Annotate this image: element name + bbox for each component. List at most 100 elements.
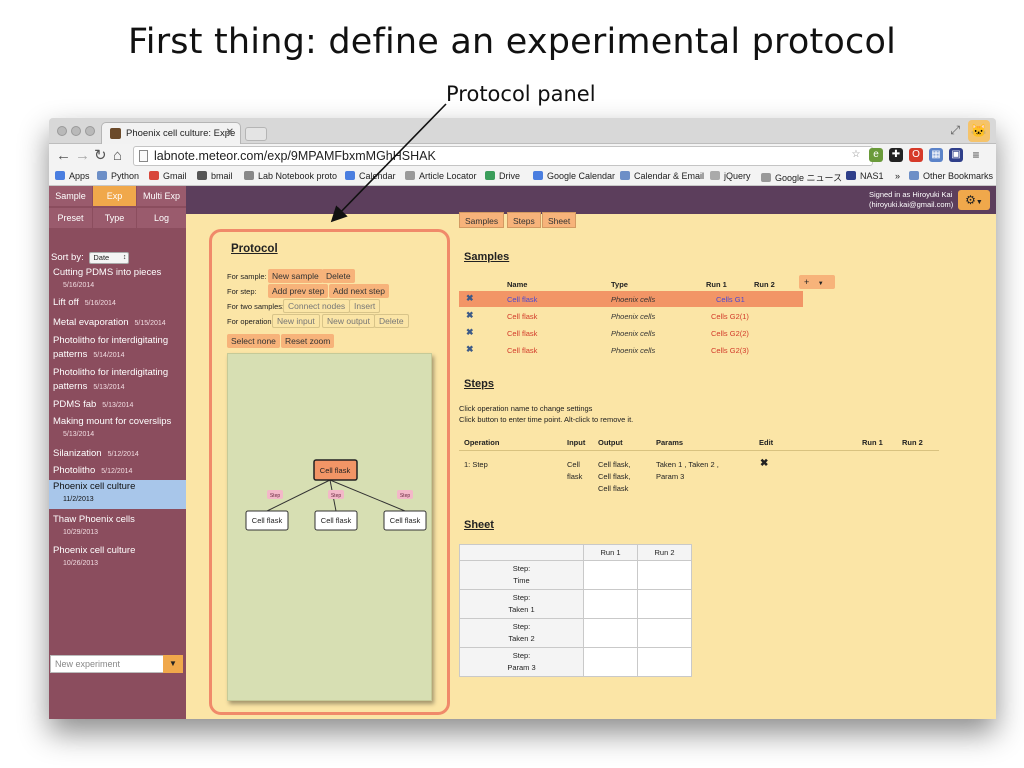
tab-exp[interactable]: Exp: [93, 186, 136, 206]
home-icon[interactable]: ⌂: [113, 147, 122, 165]
extension-evernote-icon[interactable]: e: [869, 148, 883, 162]
list-item[interactable]: Phoenix cell culture 10/26/2013: [49, 544, 186, 570]
edit-remove-icon[interactable]: ✖: [760, 458, 768, 470]
add-sample-button[interactable]: + ▼: [799, 275, 835, 289]
new-input-button[interactable]: New input: [272, 314, 320, 328]
fullscreen-icon[interactable]: ⤢: [950, 123, 960, 138]
list-item[interactable]: PDMS fab 5/13/2014: [49, 398, 186, 413]
sheet-cell[interactable]: [583, 647, 638, 677]
bookmark-apps[interactable]: Apps: [55, 171, 90, 181]
table-row[interactable]: ✖ Cell flask Phoenix cells Cells G1: [459, 291, 803, 307]
bookmark-google-news[interactable]: Google ニュース: [761, 171, 842, 184]
protocol-graph-canvas[interactable]: Step Step Step Cell flask Cell flask Cel…: [227, 353, 432, 701]
connect-nodes-button[interactable]: Connect nodes: [283, 299, 351, 313]
tab-type[interactable]: Type: [93, 208, 136, 228]
list-item[interactable]: Making mount for coverslips 5/13/2014: [49, 415, 186, 441]
sheet-cell[interactable]: [637, 618, 692, 648]
calendar-icon: [533, 171, 543, 180]
remove-icon[interactable]: ✖: [466, 310, 474, 321]
reload-icon[interactable]: ↻: [94, 147, 107, 165]
close-window-icon[interactable]: [57, 126, 67, 136]
page-icon: [405, 171, 415, 180]
bookmark-gmail[interactable]: Gmail: [149, 171, 187, 181]
tab-multi-exp[interactable]: Multi Exp: [137, 186, 186, 206]
sheet-row-label: Step: Param 3: [459, 647, 584, 677]
remove-icon[interactable]: ✖: [466, 344, 474, 355]
bookmark-nas1[interactable]: NAS1: [846, 171, 884, 181]
remove-icon[interactable]: ✖: [466, 327, 474, 338]
tab-log[interactable]: Log: [137, 208, 186, 228]
sheet-cell[interactable]: [637, 560, 692, 590]
list-item[interactable]: Metal evaporation 5/15/2014: [49, 316, 186, 331]
settings-gear-button[interactable]: ⚙▼: [958, 190, 990, 210]
new-sample-button[interactable]: New sample: [268, 269, 323, 283]
bookmark-calendar-email[interactable]: Calendar & Email: [620, 171, 704, 181]
step-operation-link[interactable]: 1: Step: [464, 459, 488, 471]
tab-sample[interactable]: Sample: [49, 186, 92, 206]
bookmark-calendar[interactable]: Calendar: [345, 171, 396, 181]
remove-icon[interactable]: ✖: [466, 293, 474, 304]
list-item[interactable]: Photolitho for interdigitating patterns 5…: [49, 366, 186, 395]
tab-preset[interactable]: Preset: [49, 208, 92, 228]
select-none-button[interactable]: Select none: [227, 334, 280, 348]
delete-sample-button[interactable]: Delete: [322, 269, 355, 283]
close-tab-icon[interactable]: ✕: [226, 127, 234, 138]
list-item[interactable]: Photolitho for interdigitating patterns 5…: [49, 334, 186, 363]
new-output-button[interactable]: New output: [322, 314, 375, 328]
bookmark-star-icon[interactable]: ☆: [849, 148, 863, 162]
sheet-cell[interactable]: [583, 560, 638, 590]
table-row[interactable]: ✖ Cell flask Phoenix cells Cells G2(3): [459, 342, 803, 358]
menu-icon[interactable]: ≡: [969, 148, 983, 162]
address-bar[interactable]: labnote.meteor.com/exp/9MPAMFbxmMGhHSHAK: [133, 146, 873, 166]
sheet-cell[interactable]: [637, 589, 692, 619]
edge-step-text: Step: [400, 493, 411, 499]
tab-samples[interactable]: Samples: [459, 212, 505, 228]
zoom-window-icon[interactable]: [85, 126, 95, 136]
bookmark-lab-notebook[interactable]: Lab Notebook proto: [244, 171, 337, 181]
new-tab-button[interactable]: [245, 127, 267, 141]
list-item-selected[interactable]: Phoenix cell culture 11/2/2013: [49, 480, 186, 509]
tab-sheet[interactable]: Sheet: [542, 212, 577, 228]
bookmark-other[interactable]: Other Bookmarks: [909, 171, 993, 181]
protocol-graph[interactable]: Step Step Step Cell flask Cell flask Cel…: [228, 354, 433, 702]
bookmark-bmail[interactable]: bmail: [197, 171, 233, 181]
table-row[interactable]: ✖ Cell flask Phoenix cells Cells G2(2): [459, 325, 803, 341]
delete-operation-button[interactable]: Delete: [374, 314, 409, 328]
table-row: Step: Taken 2: [459, 618, 692, 648]
bookmark-python[interactable]: Python: [97, 171, 139, 181]
extension-opera-icon[interactable]: O: [909, 148, 923, 162]
add-next-step-button[interactable]: Add next step: [329, 284, 389, 298]
list-item[interactable]: Thaw Phoenix cells 10/29/2013: [49, 513, 186, 539]
forward-icon[interactable]: →: [75, 147, 90, 165]
insert-button[interactable]: Insert: [349, 299, 381, 313]
browser-window: Phoenix cell culture: Expe ✕ ⤢ 🐱 ← → ↻ ⌂…: [49, 118, 996, 719]
extension-feed-icon[interactable]: ▣: [949, 148, 963, 162]
sort-select[interactable]: Date: [89, 252, 130, 264]
list-item[interactable]: Photolitho 5/12/2014: [49, 464, 186, 479]
sheet-cell[interactable]: [583, 589, 638, 619]
bookmarks-overflow[interactable]: »: [895, 171, 900, 181]
list-item[interactable]: Lift off 5/16/2014: [49, 296, 186, 311]
minimize-window-icon[interactable]: [71, 126, 81, 136]
extension-puzzle-icon[interactable]: ✚: [889, 148, 903, 162]
chevron-down-icon[interactable]: ▼: [163, 655, 183, 673]
bookmark-article-locator[interactable]: Article Locator: [405, 171, 477, 181]
browser-tab[interactable]: Phoenix cell culture: Expe ✕: [101, 122, 241, 144]
bookmark-jquery[interactable]: jQuery: [710, 171, 751, 181]
profile-avatar-icon[interactable]: 🐱: [968, 120, 990, 142]
bookmark-drive[interactable]: Drive: [485, 171, 520, 181]
tab-steps[interactable]: Steps: [507, 212, 541, 228]
list-item[interactable]: Silanization 5/12/2014: [49, 447, 186, 462]
graph-child-node-label: Cell flask: [390, 516, 421, 525]
bookmark-google-calendar[interactable]: Google Calendar: [533, 171, 615, 181]
extension-calendar-icon[interactable]: ▦: [929, 148, 943, 162]
list-item[interactable]: Cutting PDMS into pieces 5/16/2014: [49, 266, 186, 292]
sheet-cell[interactable]: [583, 618, 638, 648]
plus-icon: +: [804, 277, 810, 287]
reset-zoom-button[interactable]: Reset zoom: [281, 334, 335, 348]
url-text: labnote.meteor.com/exp/9MPAMFbxmMGhHSHAK: [154, 149, 436, 163]
add-prev-step-button[interactable]: Add prev step: [268, 284, 329, 298]
sheet-cell[interactable]: [637, 647, 692, 677]
back-icon[interactable]: ←: [56, 147, 71, 165]
table-row[interactable]: ✖ Cell flask Phoenix cells Cells G2(1): [459, 308, 803, 324]
